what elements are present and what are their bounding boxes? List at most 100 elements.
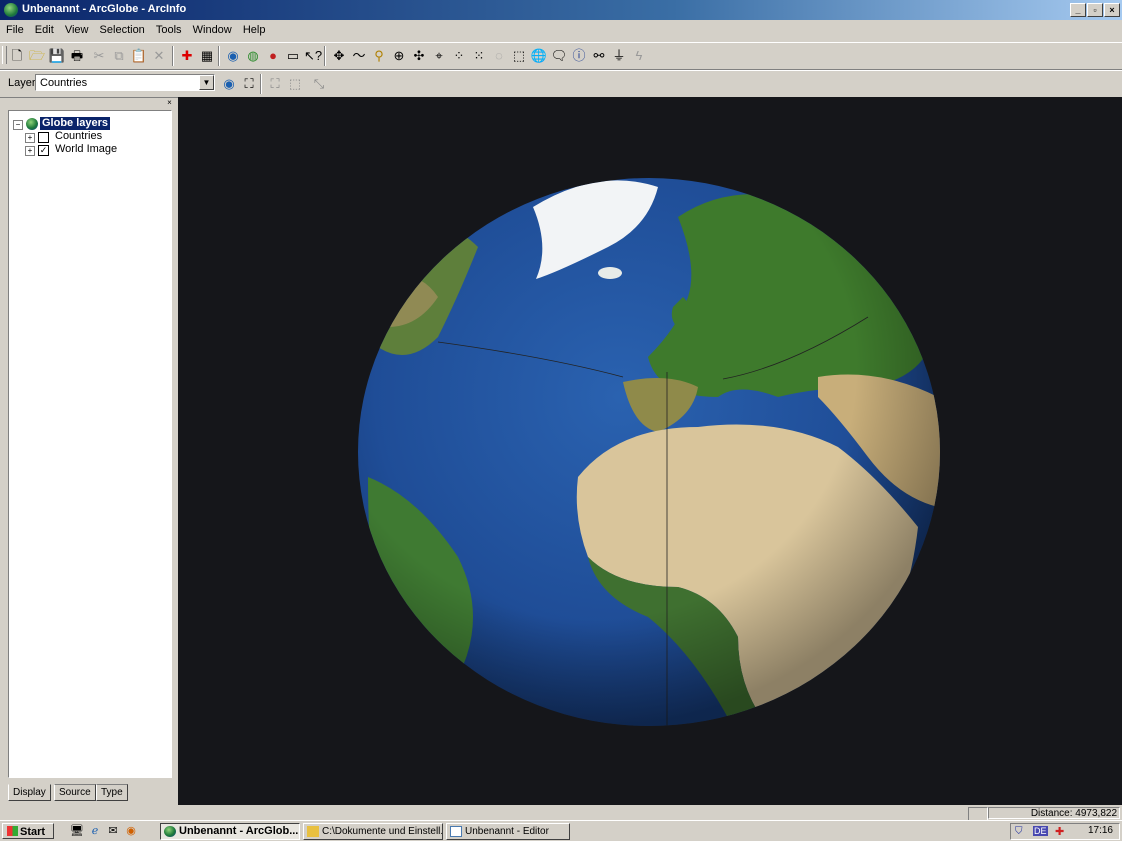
antivirus-icon[interactable]: ✚ bbox=[1055, 825, 1064, 838]
fly-icon[interactable]: 〜 bbox=[350, 47, 368, 65]
toc-header[interactable]: × bbox=[4, 98, 176, 108]
expand-world-image[interactable]: + bbox=[25, 146, 35, 156]
arcglobe-window: Unbenannt - ArcGlobe - ArcInfo _ ▫ × Fil… bbox=[0, 0, 1122, 831]
task-editor[interactable]: Unbenannt - Editor bbox=[446, 823, 570, 840]
tab-type[interactable]: Type bbox=[96, 784, 128, 801]
menu-edit[interactable]: Edit bbox=[31, 22, 58, 36]
browser-icon[interactable]: ℯ bbox=[88, 824, 102, 838]
media-icon[interactable]: ◉ bbox=[124, 824, 138, 838]
window-title: Unbenannt - ArcGlobe - ArcInfo bbox=[22, 3, 187, 15]
globe-layers-root[interactable]: Globe layers bbox=[40, 117, 111, 130]
add-data-icon[interactable]: ✚ bbox=[178, 47, 196, 65]
calculator-icon[interactable]: ▦ bbox=[198, 47, 216, 65]
menu-view[interactable]: View bbox=[61, 22, 93, 36]
new-document-icon[interactable]: 🗋 bbox=[8, 47, 26, 65]
minimize-button[interactable]: _ bbox=[1070, 3, 1086, 17]
desktop-icon[interactable]: 🖥 bbox=[70, 824, 84, 838]
layer-dropdown[interactable]: Countries ▼ bbox=[35, 74, 215, 91]
task-explorer[interactable]: C:\Dokumente und Einstell... bbox=[303, 823, 443, 840]
task-arcglobe-label: Unbenannt - ArcGlob... bbox=[179, 825, 299, 837]
countries-checkbox[interactable] bbox=[38, 132, 49, 143]
layer-tree: − Globe layers + Countries + ✓ World Ima… bbox=[8, 110, 172, 778]
zoom-out-grid-icon[interactable]: ⁙ bbox=[470, 47, 488, 65]
back-extent-icon[interactable]: ⬚ bbox=[286, 75, 304, 93]
close-button[interactable]: × bbox=[1104, 3, 1120, 17]
title-bar[interactable]: Unbenannt - ArcGlobe - ArcInfo _ ▫ × bbox=[0, 0, 1122, 20]
world-icon[interactable]: 🌐 bbox=[530, 47, 548, 65]
delete-icon[interactable]: ✕ bbox=[150, 47, 168, 65]
start-button[interactable]: Start bbox=[2, 823, 54, 839]
layer-countries-label[interactable]: Countries bbox=[55, 130, 102, 143]
find-binoculars-icon[interactable]: ⚯ bbox=[590, 47, 608, 65]
windows-flag-icon bbox=[7, 826, 18, 836]
navigate-icon[interactable]: ✥ bbox=[330, 47, 348, 65]
toolbar-separator bbox=[218, 46, 220, 66]
spin-icon[interactable]: ◌ bbox=[490, 47, 508, 65]
collapse-globe-layers[interactable]: − bbox=[13, 120, 23, 130]
open-folder-icon[interactable]: 🗁 bbox=[28, 47, 46, 65]
globe-layers-icon bbox=[26, 118, 38, 130]
menu-selection[interactable]: Selection bbox=[96, 22, 149, 36]
extent-icon[interactable]: ⛶ bbox=[266, 75, 284, 93]
globe-layer-icon[interactable]: ◍ bbox=[244, 47, 262, 65]
help-pointer-icon[interactable]: ↖? bbox=[304, 47, 322, 65]
save-icon[interactable]: 💾 bbox=[48, 47, 66, 65]
globe-shading bbox=[358, 178, 940, 726]
zoom-to-layer-icon[interactable]: ⛶ bbox=[240, 75, 258, 93]
layer-toolbar: Layer: Countries ▼ ◉ ⛶ ⛶ ⬚ ⤡ bbox=[0, 70, 1122, 98]
globe-properties-icon[interactable]: ● bbox=[264, 47, 282, 65]
system-tray: ⛉ DE ✚ 17:16 bbox=[1010, 823, 1120, 840]
zoom-in-out-icon[interactable]: ⊕ bbox=[390, 47, 408, 65]
tab-display[interactable]: Display bbox=[8, 784, 51, 801]
full-extent-icon[interactable]: ▭ bbox=[284, 47, 302, 65]
notepad-icon bbox=[450, 826, 462, 837]
toolbar-grip[interactable] bbox=[2, 46, 7, 64]
layer-label: Layer: bbox=[8, 77, 39, 89]
status-bar: Distance: 4973,822 Kilometers bbox=[0, 806, 1122, 831]
copy-icon[interactable]: ⧉ bbox=[110, 47, 128, 65]
chevron-down-icon[interactable]: ▼ bbox=[199, 75, 214, 90]
layer-world-image-label[interactable]: World Image bbox=[55, 143, 117, 156]
close-icon[interactable]: × bbox=[165, 98, 174, 107]
task-arcglobe[interactable]: Unbenannt - ArcGlob... bbox=[160, 823, 300, 840]
maximize-button[interactable]: ▫ bbox=[1087, 3, 1103, 17]
identify-icon[interactable]: ⓘ bbox=[570, 47, 588, 65]
world-image-checkbox[interactable]: ✓ bbox=[38, 145, 49, 156]
pan-icon[interactable]: ✣ bbox=[410, 47, 428, 65]
hyperlink-icon[interactable]: ϟ bbox=[630, 47, 648, 65]
target-center-icon[interactable]: ⚲ bbox=[370, 47, 388, 65]
menu-bar: File Edit View Selection Tools Window He… bbox=[0, 22, 1122, 40]
globe-icon bbox=[164, 826, 176, 837]
menu-file[interactable]: File bbox=[2, 22, 28, 36]
globe-render[interactable] bbox=[178, 97, 1122, 805]
table-of-contents: × − Globe layers + Countries + ✓ World I… bbox=[4, 98, 176, 803]
zoom-in-grid-icon[interactable]: ⁘ bbox=[450, 47, 468, 65]
shield-icon[interactable]: ⛉ bbox=[1015, 826, 1023, 837]
layer-dropdown-value: Countries bbox=[40, 77, 88, 89]
menu-help[interactable]: Help bbox=[239, 22, 270, 36]
mail-icon[interactable]: ✉ bbox=[106, 824, 120, 838]
toolbar-separator bbox=[172, 46, 174, 66]
menu-tools[interactable]: Tools bbox=[152, 22, 186, 36]
layer-globe-icon[interactable]: ◉ bbox=[220, 75, 238, 93]
menu-window[interactable]: Window bbox=[189, 22, 236, 36]
cut-icon[interactable]: ✂ bbox=[90, 47, 108, 65]
expand-countries[interactable]: + bbox=[25, 133, 35, 143]
measure-icon[interactable]: ⏚ bbox=[610, 47, 628, 65]
zoom-to-target-icon[interactable]: ⌖ bbox=[430, 47, 448, 65]
select-features-icon[interactable]: ⬚ bbox=[510, 47, 528, 65]
clock: 17:16 bbox=[1087, 825, 1113, 836]
globe-view[interactable] bbox=[178, 97, 1122, 805]
html-popup-icon[interactable]: 🗨 bbox=[550, 47, 568, 65]
task-explorer-label: C:\Dokumente und Einstell... bbox=[322, 826, 443, 837]
folder-icon bbox=[307, 826, 319, 837]
print-icon[interactable]: 🖶 bbox=[68, 47, 86, 65]
globe-navigate-icon[interactable]: ◉ bbox=[224, 47, 242, 65]
forward-extent-icon[interactable]: ⤡ bbox=[310, 75, 328, 93]
toolbar-separator bbox=[324, 46, 326, 66]
standard-toolbar: 🗋 🗁 💾 🖶 ✂ ⧉ 📋 ✕ ✚ ▦ ◉ ◍ ● ▭ ↖? ✥ 〜 ⚲ ⊕ ✣… bbox=[0, 42, 1122, 70]
paste-icon[interactable]: 📋 bbox=[130, 47, 148, 65]
language-indicator[interactable]: DE bbox=[1033, 826, 1048, 836]
tab-source[interactable]: Source bbox=[54, 784, 96, 801]
arcglobe-app-icon[interactable] bbox=[4, 3, 18, 17]
